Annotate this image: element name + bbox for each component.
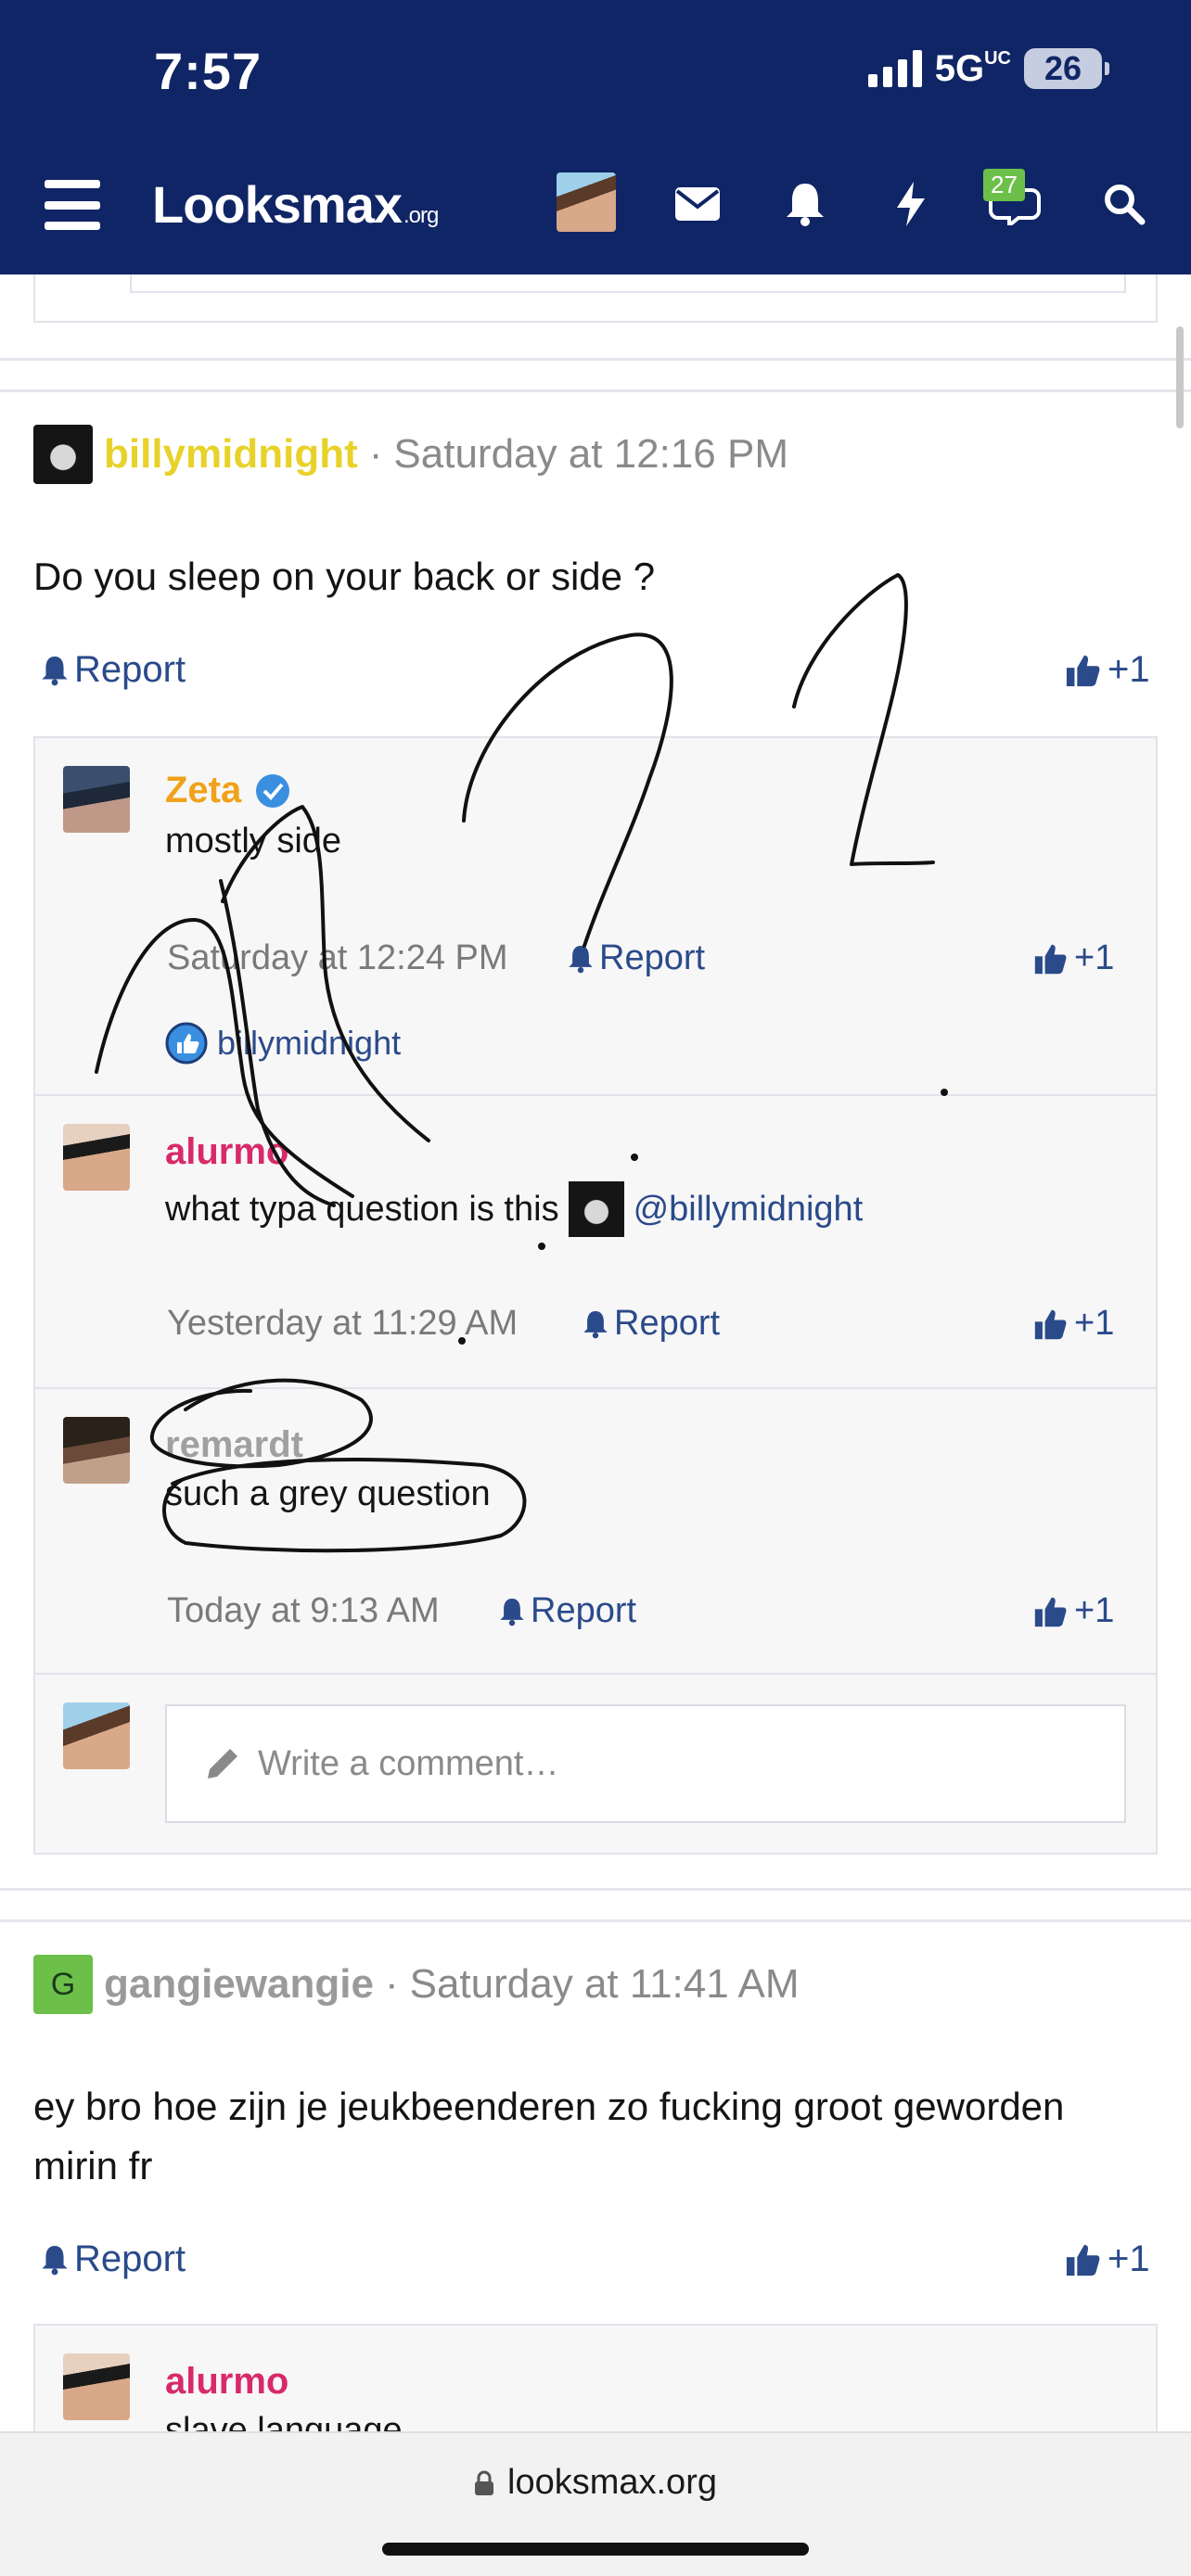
comment-author[interactable]: alurmo xyxy=(165,1131,288,1173)
thumbs-up-icon xyxy=(1034,1309,1067,1339)
comment-author[interactable]: remardt xyxy=(165,1424,303,1466)
post-divider xyxy=(0,1919,1191,1922)
like-reaction-icon xyxy=(165,1022,208,1065)
comment-list xyxy=(33,736,1158,1855)
mention-avatar xyxy=(568,1181,624,1237)
comment-text: what typa question is this @billymidnigh… xyxy=(165,1181,863,1237)
status-indicators: 5GUC 26 xyxy=(867,46,1109,91)
comment-avatar[interactable] xyxy=(63,1417,130,1484)
signal-icon xyxy=(867,50,922,87)
post-body: Do you sleep on your back or side ? xyxy=(33,555,656,598)
bell-icon[interactable] xyxy=(775,174,835,234)
post-divider xyxy=(0,358,1191,361)
liked-by[interactable]: billymidnight xyxy=(165,1022,401,1065)
report-button[interactable]: Report xyxy=(41,2238,186,2280)
comment-like-button[interactable]: +1 xyxy=(1033,1304,1114,1344)
menu-icon[interactable] xyxy=(45,180,100,230)
comment-avatar[interactable] xyxy=(63,2353,130,2420)
pencil-icon xyxy=(208,1749,237,1779)
verified-icon xyxy=(256,773,290,808)
comment-avatar[interactable] xyxy=(63,1124,130,1191)
post-header: G gangiewangie · Saturday at 11:41 AM xyxy=(33,1955,800,2014)
post-username[interactable]: gangiewangie xyxy=(104,1961,374,2008)
mention-link[interactable]: @billymidnight xyxy=(634,1190,864,1230)
bell-icon xyxy=(42,656,68,685)
write-comment-input[interactable]: Write a comment… xyxy=(165,1704,1126,1823)
app-header: 7:57 5GUC 26 Looksmax.org 27 xyxy=(0,0,1191,274)
post-timestamp[interactable]: Saturday at 11:41 AM xyxy=(410,1961,800,2008)
post-username[interactable]: billymidnight xyxy=(104,431,358,478)
bell-icon xyxy=(583,1310,608,1338)
comment-report-button[interactable]: Report xyxy=(568,938,705,978)
browser-bottom-bar: looksmax.org xyxy=(0,2431,1191,2576)
post-timestamp[interactable]: Saturday at 12:16 PM xyxy=(393,431,788,478)
thumbs-up-icon xyxy=(1066,655,1100,686)
report-button[interactable]: Report xyxy=(41,649,186,691)
comment-separator xyxy=(33,1673,1158,1675)
thumbs-up-icon xyxy=(1034,1597,1067,1626)
like-button[interactable]: +1 xyxy=(1065,649,1150,691)
search-icon[interactable] xyxy=(1095,174,1154,234)
network-type: 5GUC xyxy=(934,47,1011,89)
post-body: ey bro hoe zijn je jeukbeenderen zo fuck… xyxy=(33,2085,1065,2187)
comment-time[interactable]: Today at 9:13 AM xyxy=(167,1591,440,1631)
comment-avatar[interactable] xyxy=(63,766,130,833)
status-time: 7:57 xyxy=(154,42,263,100)
comment-separator xyxy=(33,1094,1158,1096)
comment-report-button[interactable]: Report xyxy=(583,1304,720,1344)
url-bar[interactable]: looksmax.org xyxy=(0,2463,1191,2503)
comment-separator xyxy=(33,1387,1158,1389)
home-indicator[interactable] xyxy=(382,2543,809,2556)
bell-icon xyxy=(500,1598,524,1626)
comment-report-button[interactable]: Report xyxy=(499,1591,636,1631)
comment-like-button[interactable]: +1 xyxy=(1033,1591,1114,1631)
inbox-icon[interactable] xyxy=(668,174,727,234)
lock-icon xyxy=(475,2470,493,2495)
bell-icon xyxy=(569,945,593,973)
comment-author[interactable]: alurmo xyxy=(165,2361,288,2403)
comment-time[interactable]: Yesterday at 11:29 AM xyxy=(167,1304,518,1344)
comment-author[interactable]: Zeta xyxy=(165,770,291,811)
site-logo[interactable]: Looksmax.org xyxy=(152,174,439,235)
chat-badge: 27 xyxy=(983,169,1025,201)
like-button[interactable]: +1 xyxy=(1065,2238,1150,2280)
thumbs-up-icon xyxy=(1066,2244,1100,2276)
comment-text: such a grey question xyxy=(165,1474,491,1513)
post-header: billymidnight · Saturday at 12:16 PM xyxy=(33,425,788,484)
scrollbar[interactable] xyxy=(1176,326,1184,428)
thumbs-up-icon xyxy=(1034,944,1067,974)
comment-text: mostly side xyxy=(165,822,342,861)
comment-like-button[interactable]: +1 xyxy=(1033,938,1114,978)
lightning-icon[interactable] xyxy=(881,174,941,234)
post-avatar[interactable] xyxy=(33,425,93,484)
user-avatar[interactable] xyxy=(557,172,616,232)
nav-bar: Looksmax.org 27 xyxy=(0,158,1191,274)
bell-icon xyxy=(42,2245,68,2275)
post-divider xyxy=(0,1888,1191,1891)
current-user-avatar xyxy=(63,1702,130,1769)
post-divider xyxy=(0,389,1191,392)
battery-indicator: 26 xyxy=(1024,48,1109,89)
post-avatar[interactable]: G xyxy=(33,1955,93,2014)
previous-comment-box xyxy=(130,274,1126,293)
comment-time[interactable]: Saturday at 12:24 PM xyxy=(167,938,508,978)
